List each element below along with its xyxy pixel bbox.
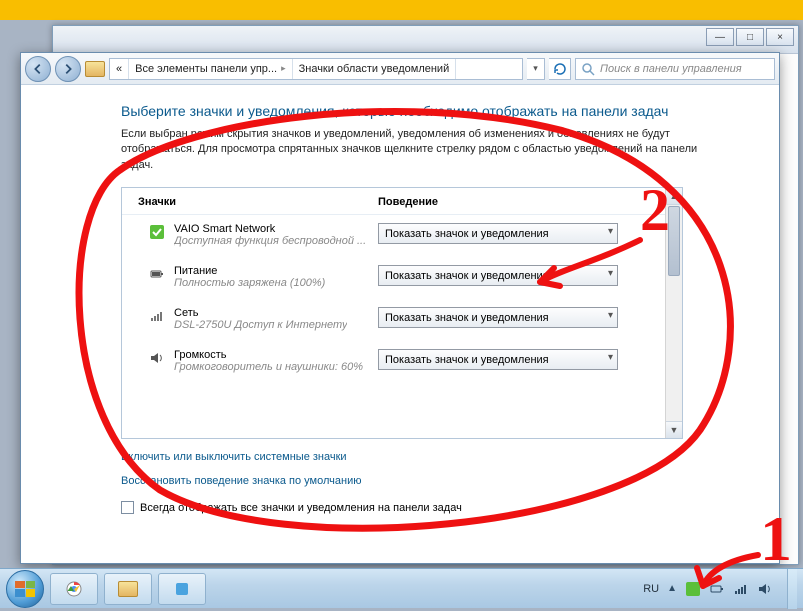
- bg-close-button[interactable]: ×: [766, 28, 794, 46]
- windows-logo-icon: [15, 581, 35, 597]
- restore-default-link[interactable]: Восстановить поведение значка по умолчан…: [121, 475, 779, 487]
- icons-panel: Значки Поведение VAIO Smart Network Дост…: [121, 187, 683, 439]
- behavior-value: Показать значок и уведомления: [385, 270, 549, 282]
- breadcrumb-dropdown-button[interactable]: ▾: [527, 58, 545, 80]
- show-desktop-button[interactable]: [787, 569, 797, 609]
- app-icon: [174, 581, 190, 597]
- always-show-checkbox[interactable]: [121, 501, 134, 514]
- system-tray: RU ▲: [643, 569, 797, 609]
- tray-language[interactable]: RU: [643, 583, 659, 595]
- behavior-value: Показать значок и уведомления: [385, 354, 549, 366]
- tray-overflow-button[interactable]: ▲: [667, 583, 677, 594]
- power-icon: [148, 265, 166, 283]
- taskbar: RU ▲: [0, 568, 803, 608]
- breadcrumb-seg1[interactable]: Все элементы панели упр...▸: [129, 59, 292, 79]
- tray-vaio-icon[interactable]: [685, 581, 701, 597]
- always-show-label: Всегда отображать все значки и уведомлен…: [140, 502, 462, 514]
- row-name: Питание: [174, 265, 325, 277]
- row-name: Громкость: [174, 349, 363, 361]
- behavior-select[interactable]: Показать значок и уведомления: [378, 265, 618, 286]
- taskbar-app-chrome[interactable]: [50, 573, 98, 605]
- tray-power-icon[interactable]: [709, 581, 725, 597]
- behavior-value: Показать значок и уведомления: [385, 228, 549, 240]
- chrome-icon: [66, 581, 82, 597]
- toggle-system-icons-link[interactable]: Включить или выключить системные значки: [121, 451, 779, 463]
- row-sub: Доступная функция беспроводной ...: [174, 235, 366, 247]
- behavior-select[interactable]: Показать значок и уведомления: [378, 307, 618, 328]
- bg-titlebar: — □ ×: [53, 26, 798, 54]
- behavior-value: Показать значок и уведомления: [385, 312, 549, 324]
- row-sub: Громкоговоритель и наушники: 60%: [174, 361, 363, 373]
- taskbar-app-generic[interactable]: [158, 573, 206, 605]
- tray-volume-icon[interactable]: [757, 581, 773, 597]
- bg-minimize-button[interactable]: —: [706, 28, 734, 46]
- bg-maximize-button[interactable]: □: [736, 28, 764, 46]
- row-name: Сеть: [174, 307, 347, 319]
- icon-row: Громкость Громкоговоритель и наушники: 6…: [122, 341, 682, 383]
- row-name: VAIO Smart Network: [174, 223, 366, 235]
- start-button[interactable]: [6, 570, 44, 608]
- scroll-thumb[interactable]: [668, 206, 680, 276]
- row-sub: DSL-2750U Доступ к Интернету: [174, 319, 347, 331]
- scroll-up-button[interactable]: ▲: [666, 188, 682, 205]
- search-input[interactable]: Поиск в панели управления: [575, 58, 775, 80]
- icon-row: VAIO Smart Network Доступная функция бес…: [122, 215, 682, 257]
- nav-forward-button[interactable]: [55, 56, 81, 82]
- header-behavior: Поведение: [378, 196, 666, 208]
- search-placeholder: Поиск в панели управления: [600, 63, 742, 75]
- panel-header: Значки Поведение: [122, 188, 682, 215]
- breadcrumb[interactable]: « Все элементы панели упр...▸ Значки обл…: [109, 58, 523, 80]
- vaio-icon: [148, 223, 166, 241]
- nav-back-button[interactable]: [25, 56, 51, 82]
- nav-bar: « Все элементы панели упр...▸ Значки обл…: [21, 53, 779, 85]
- behavior-select[interactable]: Показать значок и уведомления: [378, 223, 618, 244]
- control-panel-window: « Все элементы панели упр...▸ Значки обл…: [20, 52, 780, 564]
- page-body: Выберите значки и уведомления, которые н…: [21, 85, 779, 563]
- header-icons: Значки: [138, 196, 378, 208]
- panel-scrollbar[interactable]: ▲ ▼: [665, 188, 682, 438]
- row-sub: Полностью заряжена (100%): [174, 277, 325, 289]
- icon-row: Сеть DSL-2750U Доступ к Интернету Показа…: [122, 299, 682, 341]
- search-icon: [580, 61, 596, 77]
- refresh-button[interactable]: [549, 58, 571, 80]
- tray-network-icon[interactable]: [733, 581, 749, 597]
- volume-icon: [148, 349, 166, 367]
- folder-icon: [118, 581, 138, 597]
- folder-icon: [85, 61, 105, 77]
- scroll-down-button[interactable]: ▼: [666, 421, 682, 438]
- icon-row: Питание Полностью заряжена (100%) Показа…: [122, 257, 682, 299]
- network-icon: [148, 307, 166, 325]
- breadcrumb-root[interactable]: «: [110, 59, 129, 79]
- page-description: Если выбран режим скрытия значков и увед…: [121, 127, 731, 173]
- taskbar-app-explorer[interactable]: [104, 573, 152, 605]
- breadcrumb-seg2[interactable]: Значки области уведомлений: [293, 59, 457, 79]
- page-title: Выберите значки и уведомления, которые н…: [121, 103, 721, 119]
- behavior-select[interactable]: Показать значок и уведомления: [378, 349, 618, 370]
